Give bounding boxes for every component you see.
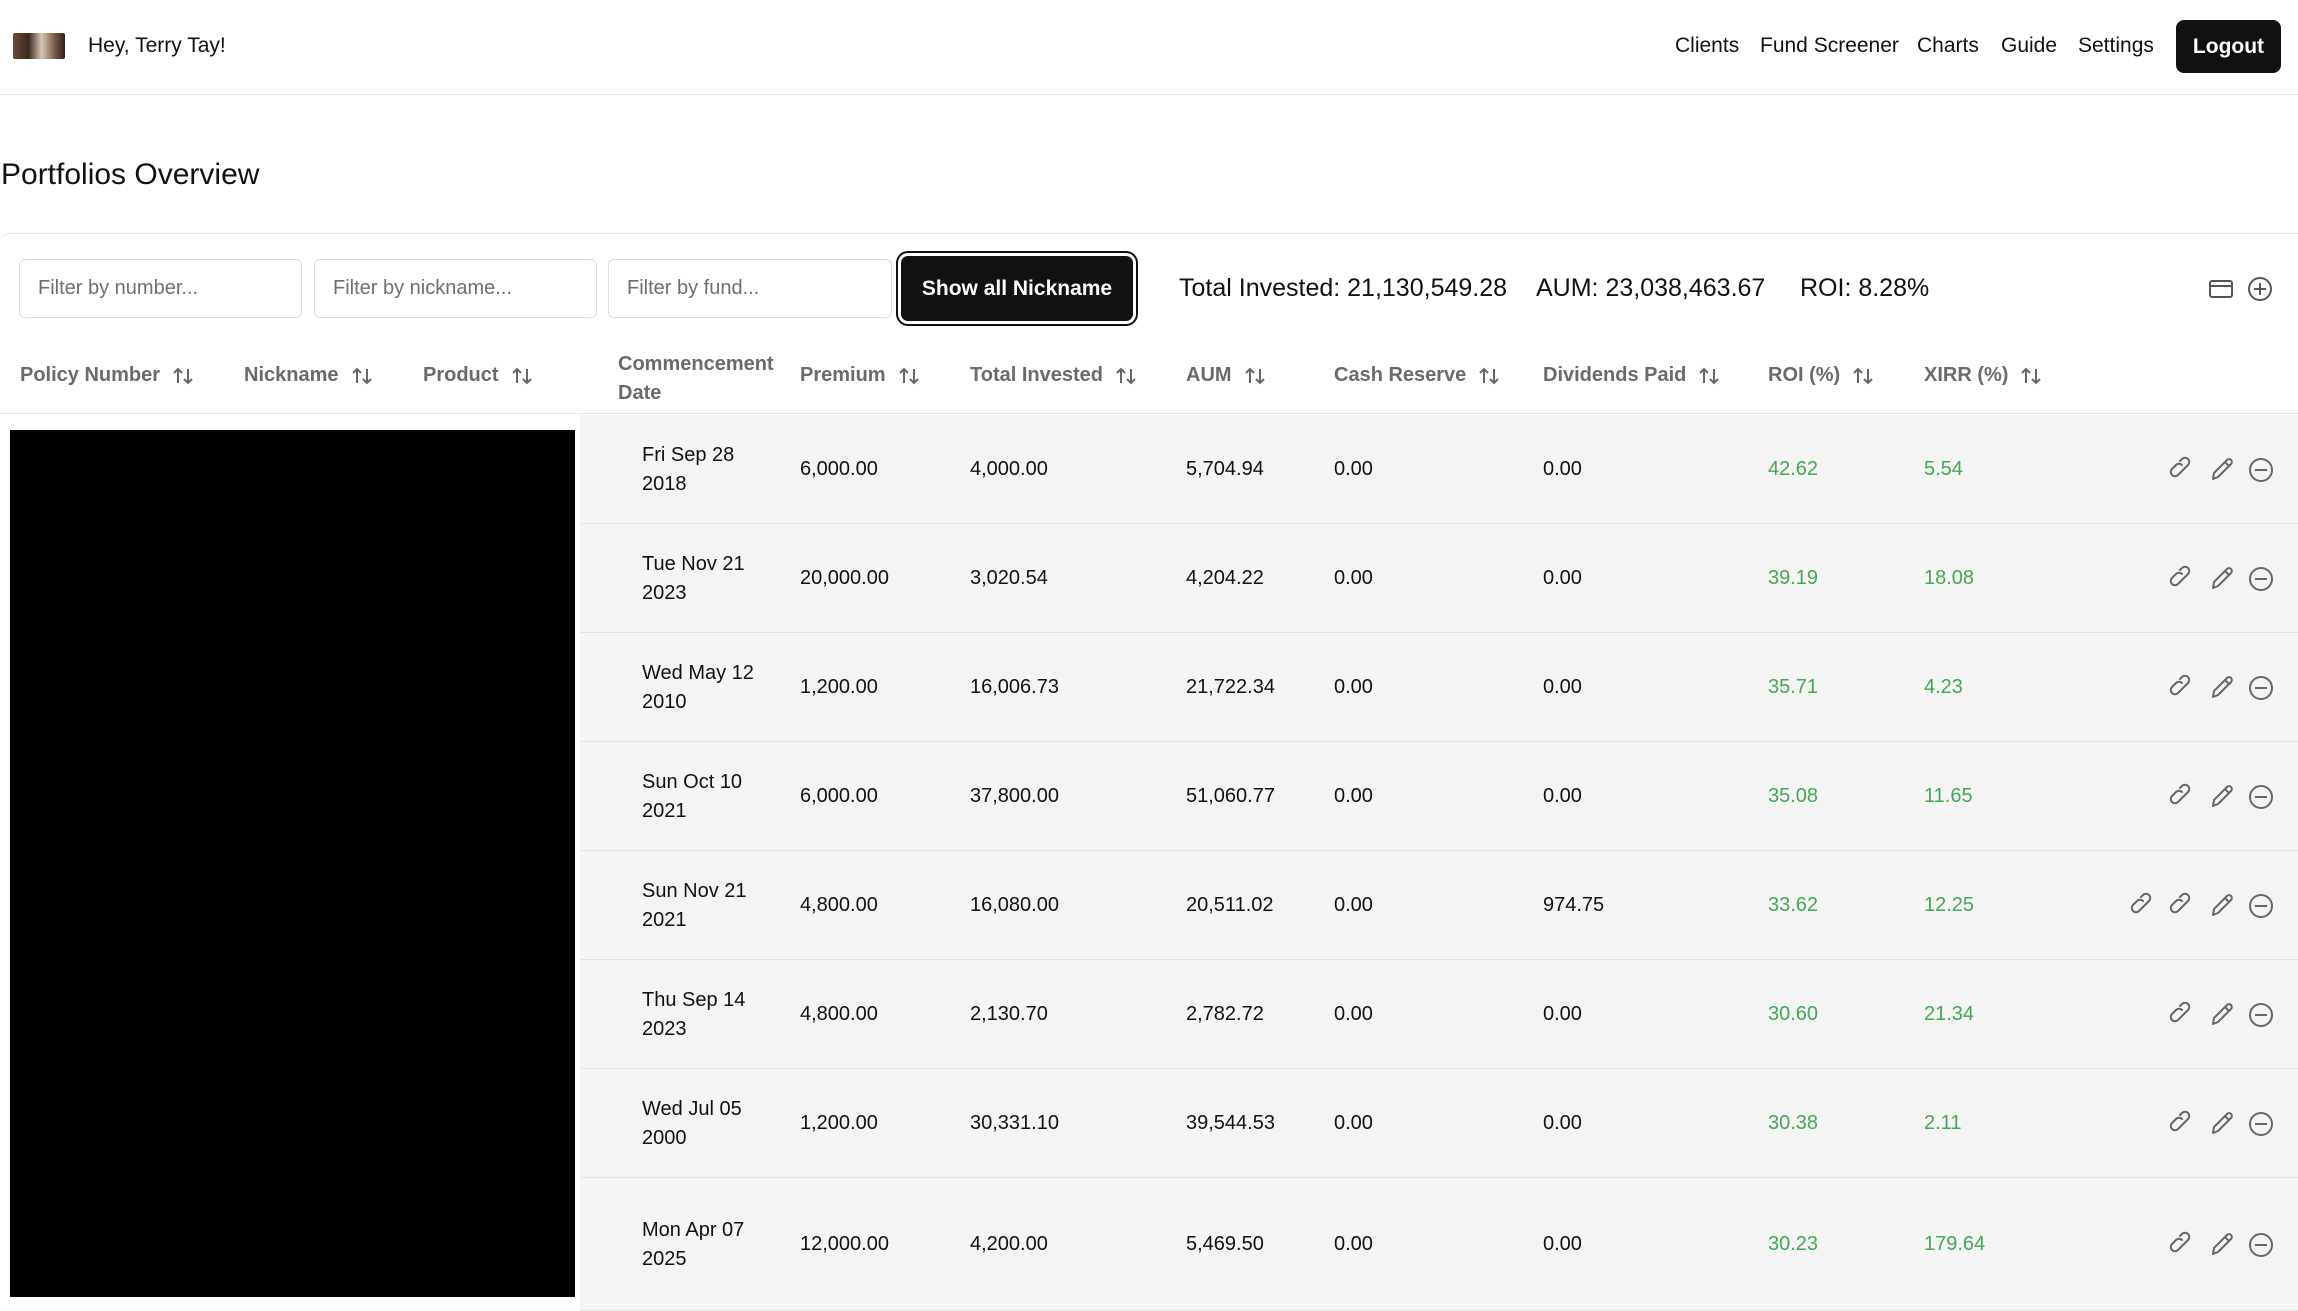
- filter-nickname-input[interactable]: [314, 259, 597, 318]
- filter-fund-input[interactable]: [608, 259, 892, 318]
- remove-circle-icon[interactable]: [2246, 455, 2276, 485]
- remove-circle-icon[interactable]: [2246, 891, 2276, 921]
- pencil-icon[interactable]: [2207, 891, 2237, 921]
- remove-circle-icon[interactable]: [2246, 1230, 2276, 1260]
- link-icon[interactable]: [2168, 782, 2198, 812]
- greeting-text: Hey, Terry Tay!: [88, 34, 226, 57]
- col-total-invested[interactable]: Total Invested: [970, 364, 1137, 387]
- avatar[interactable]: [13, 33, 65, 59]
- col-dividends-paid[interactable]: Dividends Paid: [1543, 364, 1720, 387]
- col-cash-reserve[interactable]: Cash Reserve: [1334, 364, 1500, 387]
- col-premium[interactable]: Premium: [800, 364, 920, 387]
- pencil-icon[interactable]: [2207, 1000, 2237, 1030]
- remove-circle-icon[interactable]: [2246, 1109, 2276, 1139]
- redacted-area: [10, 430, 575, 1297]
- col-product[interactable]: Product: [423, 364, 533, 387]
- logout-button[interactable]: Logout: [2176, 20, 2281, 73]
- nav-guide[interactable]: Guide: [2001, 34, 2057, 58]
- remove-circle-icon[interactable]: [2246, 1000, 2276, 1030]
- aum-stat: AUM: 23,038,463.67: [1536, 274, 1766, 302]
- sort-icon[interactable]: [351, 365, 373, 387]
- nav-settings[interactable]: Settings: [2078, 34, 2154, 58]
- link-icon[interactable]: [2168, 1109, 2198, 1139]
- remove-circle-icon[interactable]: [2246, 564, 2276, 594]
- link-icon[interactable]: [2168, 455, 2198, 485]
- col-policy-number[interactable]: Policy Number: [20, 364, 194, 387]
- pencil-icon[interactable]: [2207, 564, 2237, 594]
- sort-icon[interactable]: [2020, 365, 2042, 387]
- col-aum[interactable]: AUM: [1186, 364, 1266, 387]
- sort-icon[interactable]: [1244, 365, 1266, 387]
- remove-circle-icon[interactable]: [2246, 673, 2276, 703]
- link-icon[interactable]: [2168, 891, 2198, 921]
- pencil-icon[interactable]: [2207, 1230, 2237, 1260]
- col-roi[interactable]: ROI (%): [1768, 364, 1874, 387]
- pencil-icon[interactable]: [2207, 1109, 2237, 1139]
- filter-number-input[interactable]: [19, 259, 302, 318]
- add-circle-icon[interactable]: [2246, 275, 2274, 303]
- sort-icon[interactable]: [898, 365, 920, 387]
- top-navbar: Hey, Terry Tay! Clients Fund Screener Ch…: [0, 0, 2298, 95]
- total-invested-stat: Total Invested: 21,130,549.28: [1179, 274, 1508, 302]
- sort-icon[interactable]: [1478, 365, 1500, 387]
- link-icon[interactable]: [2168, 673, 2198, 703]
- sort-icon[interactable]: [172, 365, 194, 387]
- sort-icon[interactable]: [1852, 365, 1874, 387]
- window-icon[interactable]: [2207, 275, 2235, 303]
- sort-icon[interactable]: [1698, 365, 1720, 387]
- sort-icon[interactable]: [1115, 365, 1137, 387]
- nav-clients[interactable]: Clients: [1675, 34, 1739, 58]
- link-icon[interactable]: [2168, 564, 2198, 594]
- nav-charts[interactable]: Charts: [1917, 34, 1979, 58]
- page-title: Portfolios Overview: [1, 158, 260, 191]
- col-nickname[interactable]: Nickname: [244, 364, 373, 387]
- sort-icon[interactable]: [511, 365, 533, 387]
- link-icon[interactable]: [2168, 1230, 2198, 1260]
- col-commencement-date[interactable]: Commencement Date: [618, 350, 788, 408]
- pencil-icon[interactable]: [2207, 455, 2237, 485]
- roi-stat: ROI: 8.28%: [1800, 274, 1930, 302]
- link-icon[interactable]: [2168, 1000, 2198, 1030]
- show-all-nickname-button[interactable]: Show all Nickname: [901, 256, 1133, 321]
- pencil-icon[interactable]: [2207, 673, 2237, 703]
- link-icon[interactable]: [2129, 891, 2159, 921]
- remove-circle-icon[interactable]: [2246, 782, 2276, 812]
- col-xirr[interactable]: XIRR (%): [1924, 364, 2042, 387]
- table-header-divider: [0, 413, 2298, 414]
- nav-fund-screener[interactable]: Fund Screener: [1760, 34, 1899, 58]
- pencil-icon[interactable]: [2207, 782, 2237, 812]
